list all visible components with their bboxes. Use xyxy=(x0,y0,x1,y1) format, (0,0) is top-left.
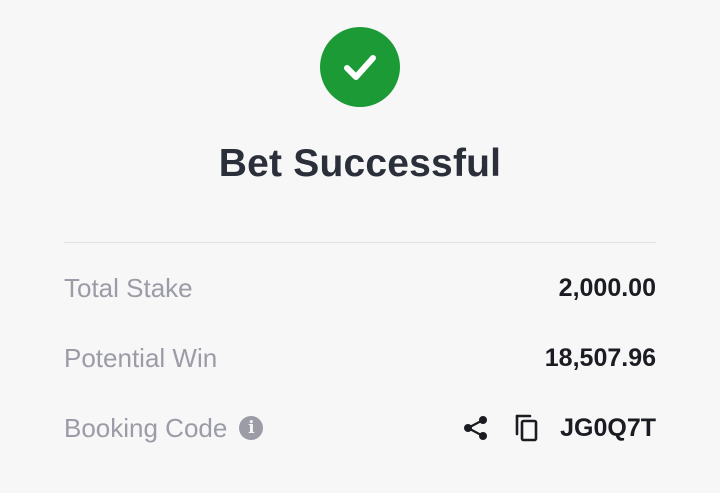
total-stake-row: Total Stake 2,000.00 xyxy=(64,268,656,308)
share-icon[interactable] xyxy=(460,412,492,444)
potential-win-row: Potential Win 18,507.96 xyxy=(64,338,656,378)
booking-code-value: JG0Q7T xyxy=(560,413,656,442)
info-icon[interactable]: i xyxy=(239,416,264,440)
potential-win-label: Potential Win xyxy=(64,342,218,373)
copy-icon[interactable] xyxy=(510,412,542,444)
share-glyph xyxy=(464,416,488,440)
copy-glyph xyxy=(515,414,538,442)
checkmark-icon xyxy=(344,55,376,80)
booking-code-actions: JG0Q7T xyxy=(460,412,656,444)
booking-code-label-group: Booking Code i xyxy=(64,412,264,444)
success-check-icon xyxy=(320,27,400,107)
total-stake-value: 2,000.00 xyxy=(558,273,656,302)
page-title: Bet Successful xyxy=(218,142,502,185)
booking-code-row: Booking Code i JG0Q7T xyxy=(64,408,656,448)
booking-code-label: Booking Code xyxy=(64,412,228,443)
total-stake-label: Total Stake xyxy=(64,272,193,303)
potential-win-value: 18,507.96 xyxy=(544,343,656,372)
divider xyxy=(64,242,656,243)
